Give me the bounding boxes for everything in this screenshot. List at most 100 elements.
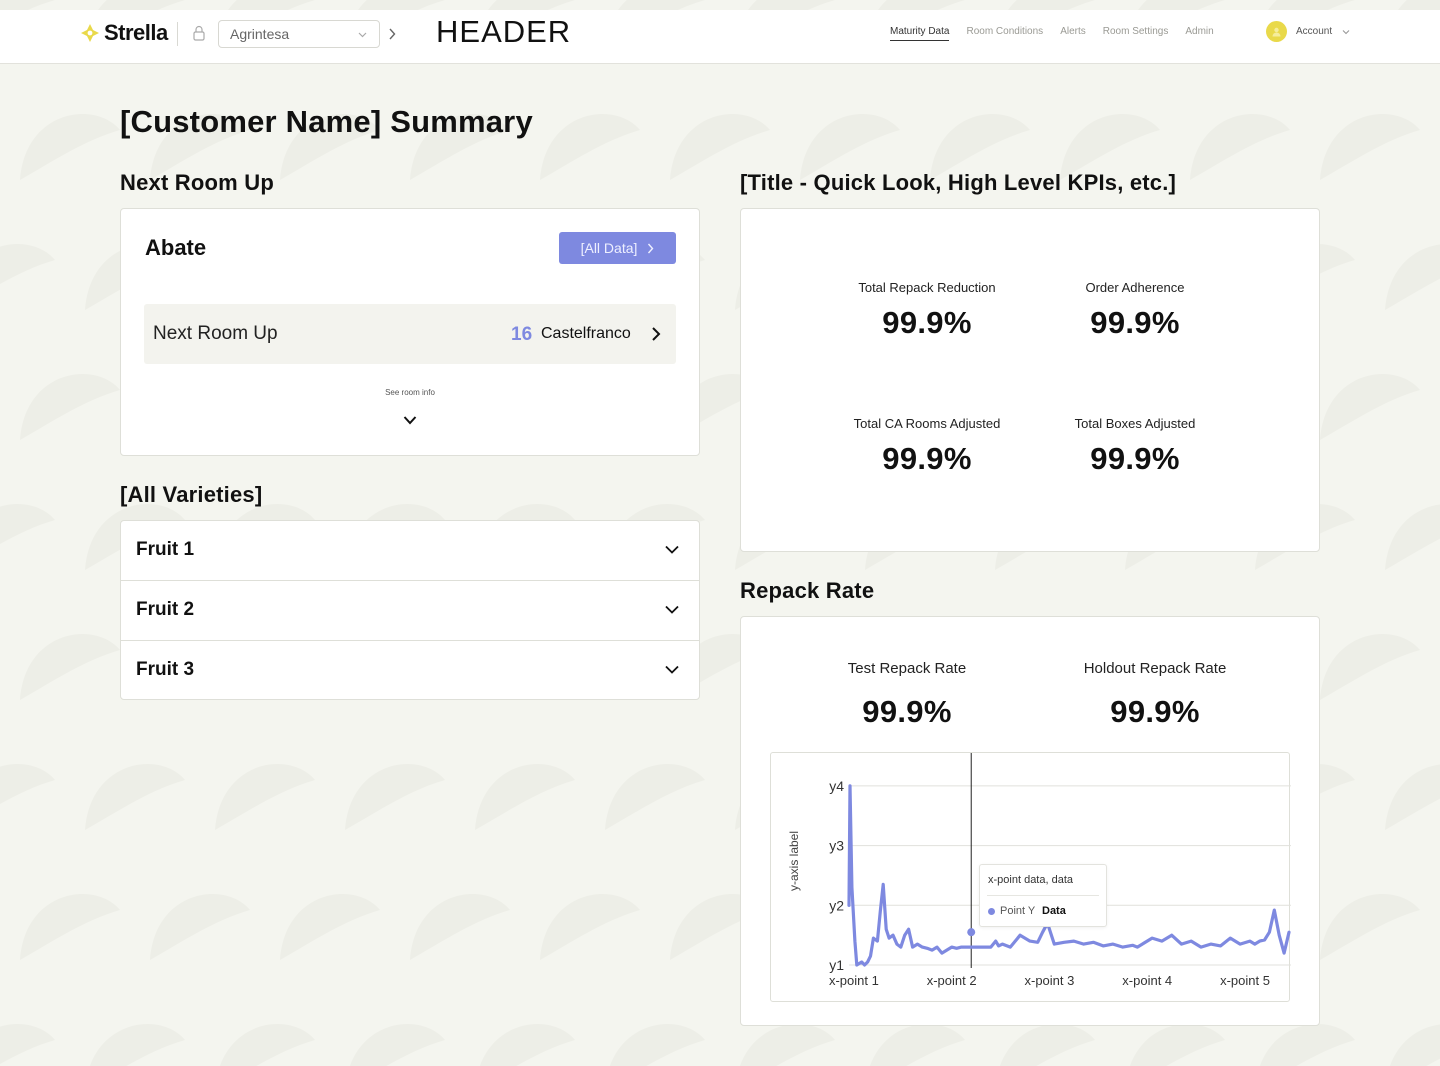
- background-leaf-shape: [1190, 114, 1290, 180]
- background-leaf-shape: [1130, 1024, 1225, 1066]
- background-leaf-shape: [480, 1024, 575, 1066]
- chevron-down-icon: [665, 665, 679, 674]
- next-room-row-label: Next Room Up: [153, 323, 278, 344]
- background-leaf-shape: [215, 764, 315, 830]
- variety-item-fruit-2[interactable]: Fruit 2: [121, 581, 699, 641]
- rate-value: 99.9%: [862, 694, 952, 729]
- variety-item-fruit-1[interactable]: Fruit 1: [121, 521, 699, 581]
- chart-x-tick-label: x-point 1: [829, 973, 879, 988]
- variety-item-fruit-3[interactable]: Fruit 3: [121, 641, 699, 701]
- nav-alerts[interactable]: Alerts: [1060, 26, 1086, 41]
- kpi-order-adherence: Order Adherence 99.9%: [1030, 280, 1240, 341]
- repack-line-chart[interactable]: y1 y2 y3 y4 x-point 1 x-point 2 x-point 3 x-poi…: [770, 752, 1291, 1002]
- background-leaf-shape: [1320, 114, 1420, 180]
- varieties-accordion: Fruit 1 Fruit 2 Fruit 3: [120, 520, 700, 700]
- kpi-label: Order Adherence: [1085, 280, 1185, 295]
- chart-y-axis-label: y-axis label: [787, 831, 801, 891]
- nav-room-settings[interactable]: Room Settings: [1103, 26, 1169, 41]
- next-room-card: Abate [All Data] Next Room Up 16 Castelf…: [120, 208, 700, 456]
- chart-x-tick-label: x-point 4: [1122, 973, 1172, 988]
- nav-maturity-data[interactable]: Maturity Data: [890, 26, 950, 41]
- background-leaf-shape: [20, 634, 120, 700]
- lock-icon: [193, 25, 205, 41]
- background-leaf-shape: [0, 244, 55, 284]
- organization-select-value: Agrintesa: [230, 26, 290, 42]
- background-leaf-shape: [1320, 634, 1420, 700]
- rate-label: Test Repack Rate: [847, 660, 967, 677]
- header-divider: [177, 22, 178, 46]
- kpi-total-ca-rooms-adjusted: Total CA Rooms Adjusted 99.9%: [822, 416, 1032, 477]
- kpi-value: 99.9%: [882, 305, 972, 340]
- kpi-label: Total CA Rooms Adjusted: [853, 416, 1001, 431]
- chart-x-tick-label: x-point 5: [1220, 973, 1270, 988]
- test-repack-rate: Test Repack Rate 99.9%: [797, 660, 1017, 730]
- nav-room-conditions[interactable]: Room Conditions: [966, 26, 1043, 41]
- kpi-value: 99.9%: [882, 441, 972, 476]
- background-leaf-shape: [220, 1024, 315, 1066]
- next-room-section-title: Next Room Up: [120, 170, 274, 195]
- all-data-button-label: [All Data]: [580, 240, 638, 256]
- background-leaf-shape: [350, 1024, 445, 1066]
- chevron-down-icon: [1342, 29, 1350, 34]
- kpi-value: 99.9%: [1090, 305, 1180, 340]
- background-leaf-shape: [85, 764, 185, 830]
- background-leaf-shape: [1385, 504, 1440, 570]
- nav-admin[interactable]: Admin: [1185, 26, 1213, 41]
- variety-item-label: Fruit 2: [136, 599, 195, 620]
- kpi-card: Total Repack Reduction 99.9% Order Adher…: [740, 208, 1320, 552]
- kpi-total-boxes-adjusted: Total Boxes Adjusted 99.9%: [1030, 416, 1240, 477]
- chart-y-tick-label: y3: [829, 838, 844, 854]
- background-leaf-shape: [1260, 1024, 1355, 1066]
- tooltip-series-label: Point Y: [1000, 905, 1036, 917]
- all-data-button[interactable]: [All Data]: [559, 232, 676, 264]
- room-number: 16: [511, 324, 533, 345]
- background-leaf-shape: [1320, 894, 1420, 960]
- background-leaf-shape: [870, 1024, 965, 1066]
- room-variety-name: Abate: [145, 235, 207, 260]
- header-title: HEADER: [436, 14, 572, 49]
- background-leaf-shape: [1320, 374, 1420, 440]
- chevron-down-icon: [665, 545, 679, 554]
- breadcrumb-chevron-right-icon: [389, 28, 396, 40]
- background-leaf-shape: [610, 1024, 705, 1066]
- strella-logo-icon: [81, 24, 99, 42]
- background-leaf-shape: [20, 894, 120, 960]
- page-title: [Customer Name] Summary: [120, 104, 533, 139]
- background-leaf-shape: [345, 764, 445, 830]
- rate-label: Holdout Repack Rate: [1083, 660, 1227, 677]
- tooltip-divider: [987, 895, 1099, 896]
- logo-text: Strella: [104, 20, 168, 45]
- chevron-down-icon: [358, 32, 367, 38]
- background-leaf-shape: [740, 1024, 835, 1066]
- variety-item-label: Fruit 3: [136, 659, 195, 680]
- account-menu[interactable]: Account: [1266, 21, 1350, 42]
- top-bar: Strella Agrintesa HEADER Maturity Data R…: [0, 10, 1440, 64]
- expand-chevron-down-icon[interactable]: [403, 415, 417, 425]
- background-leaf-shape: [90, 1024, 185, 1066]
- background-leaf-shape: [0, 1024, 55, 1064]
- chart-x-tick-label: x-point 3: [1025, 973, 1075, 988]
- tooltip-series-dot: [988, 908, 995, 915]
- next-room-row[interactable]: Next Room Up 16 Castelfranco: [144, 304, 676, 364]
- background-leaf-shape: [1390, 1024, 1440, 1066]
- repack-card: Test Repack Rate 99.9% Holdout Repack Ra…: [740, 616, 1320, 1026]
- chevron-right-icon: [652, 327, 661, 341]
- user-icon: [1272, 27, 1281, 37]
- see-room-info-label: See room info: [385, 388, 435, 397]
- tooltip-value: Data: [1042, 905, 1066, 917]
- chart-tooltip: x-point data, data Point Y Data: [979, 864, 1107, 927]
- organization-select[interactable]: Agrintesa: [218, 20, 380, 48]
- chevron-down-icon: [665, 605, 679, 614]
- varieties-section-title: [All Varieties]: [120, 482, 263, 507]
- kpi-value: 99.9%: [1090, 441, 1180, 476]
- repack-section-title: Repack Rate: [740, 578, 875, 603]
- background-leaf-shape: [1000, 1024, 1095, 1066]
- background-leaf-shape: [1385, 764, 1440, 830]
- background-leaf-shape: [150, 894, 250, 960]
- logo[interactable]: Strella: [80, 20, 168, 46]
- chart-y-tick-label: y4: [829, 778, 844, 794]
- kpi-section-title: [Title - Quick Look, High Level KPIs, et…: [740, 170, 1177, 195]
- chart-y-tick-label: y2: [829, 897, 844, 913]
- background-leaf-shape: [540, 114, 640, 180]
- background-leaf-shape: [20, 374, 120, 440]
